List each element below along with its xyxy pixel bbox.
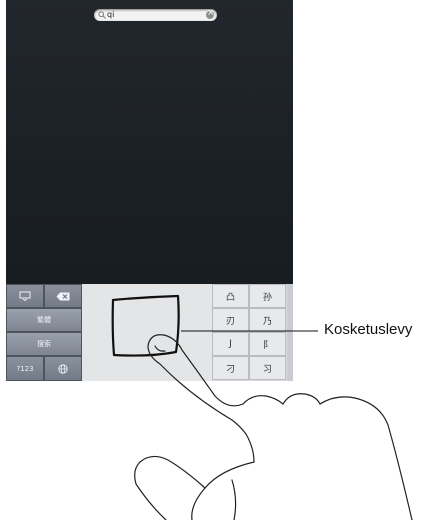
handwritten-stroke xyxy=(111,294,180,357)
finger-illustration xyxy=(134,334,413,520)
illustration-overlay xyxy=(111,294,413,520)
callout-label: Kosketuslevy xyxy=(324,321,413,338)
